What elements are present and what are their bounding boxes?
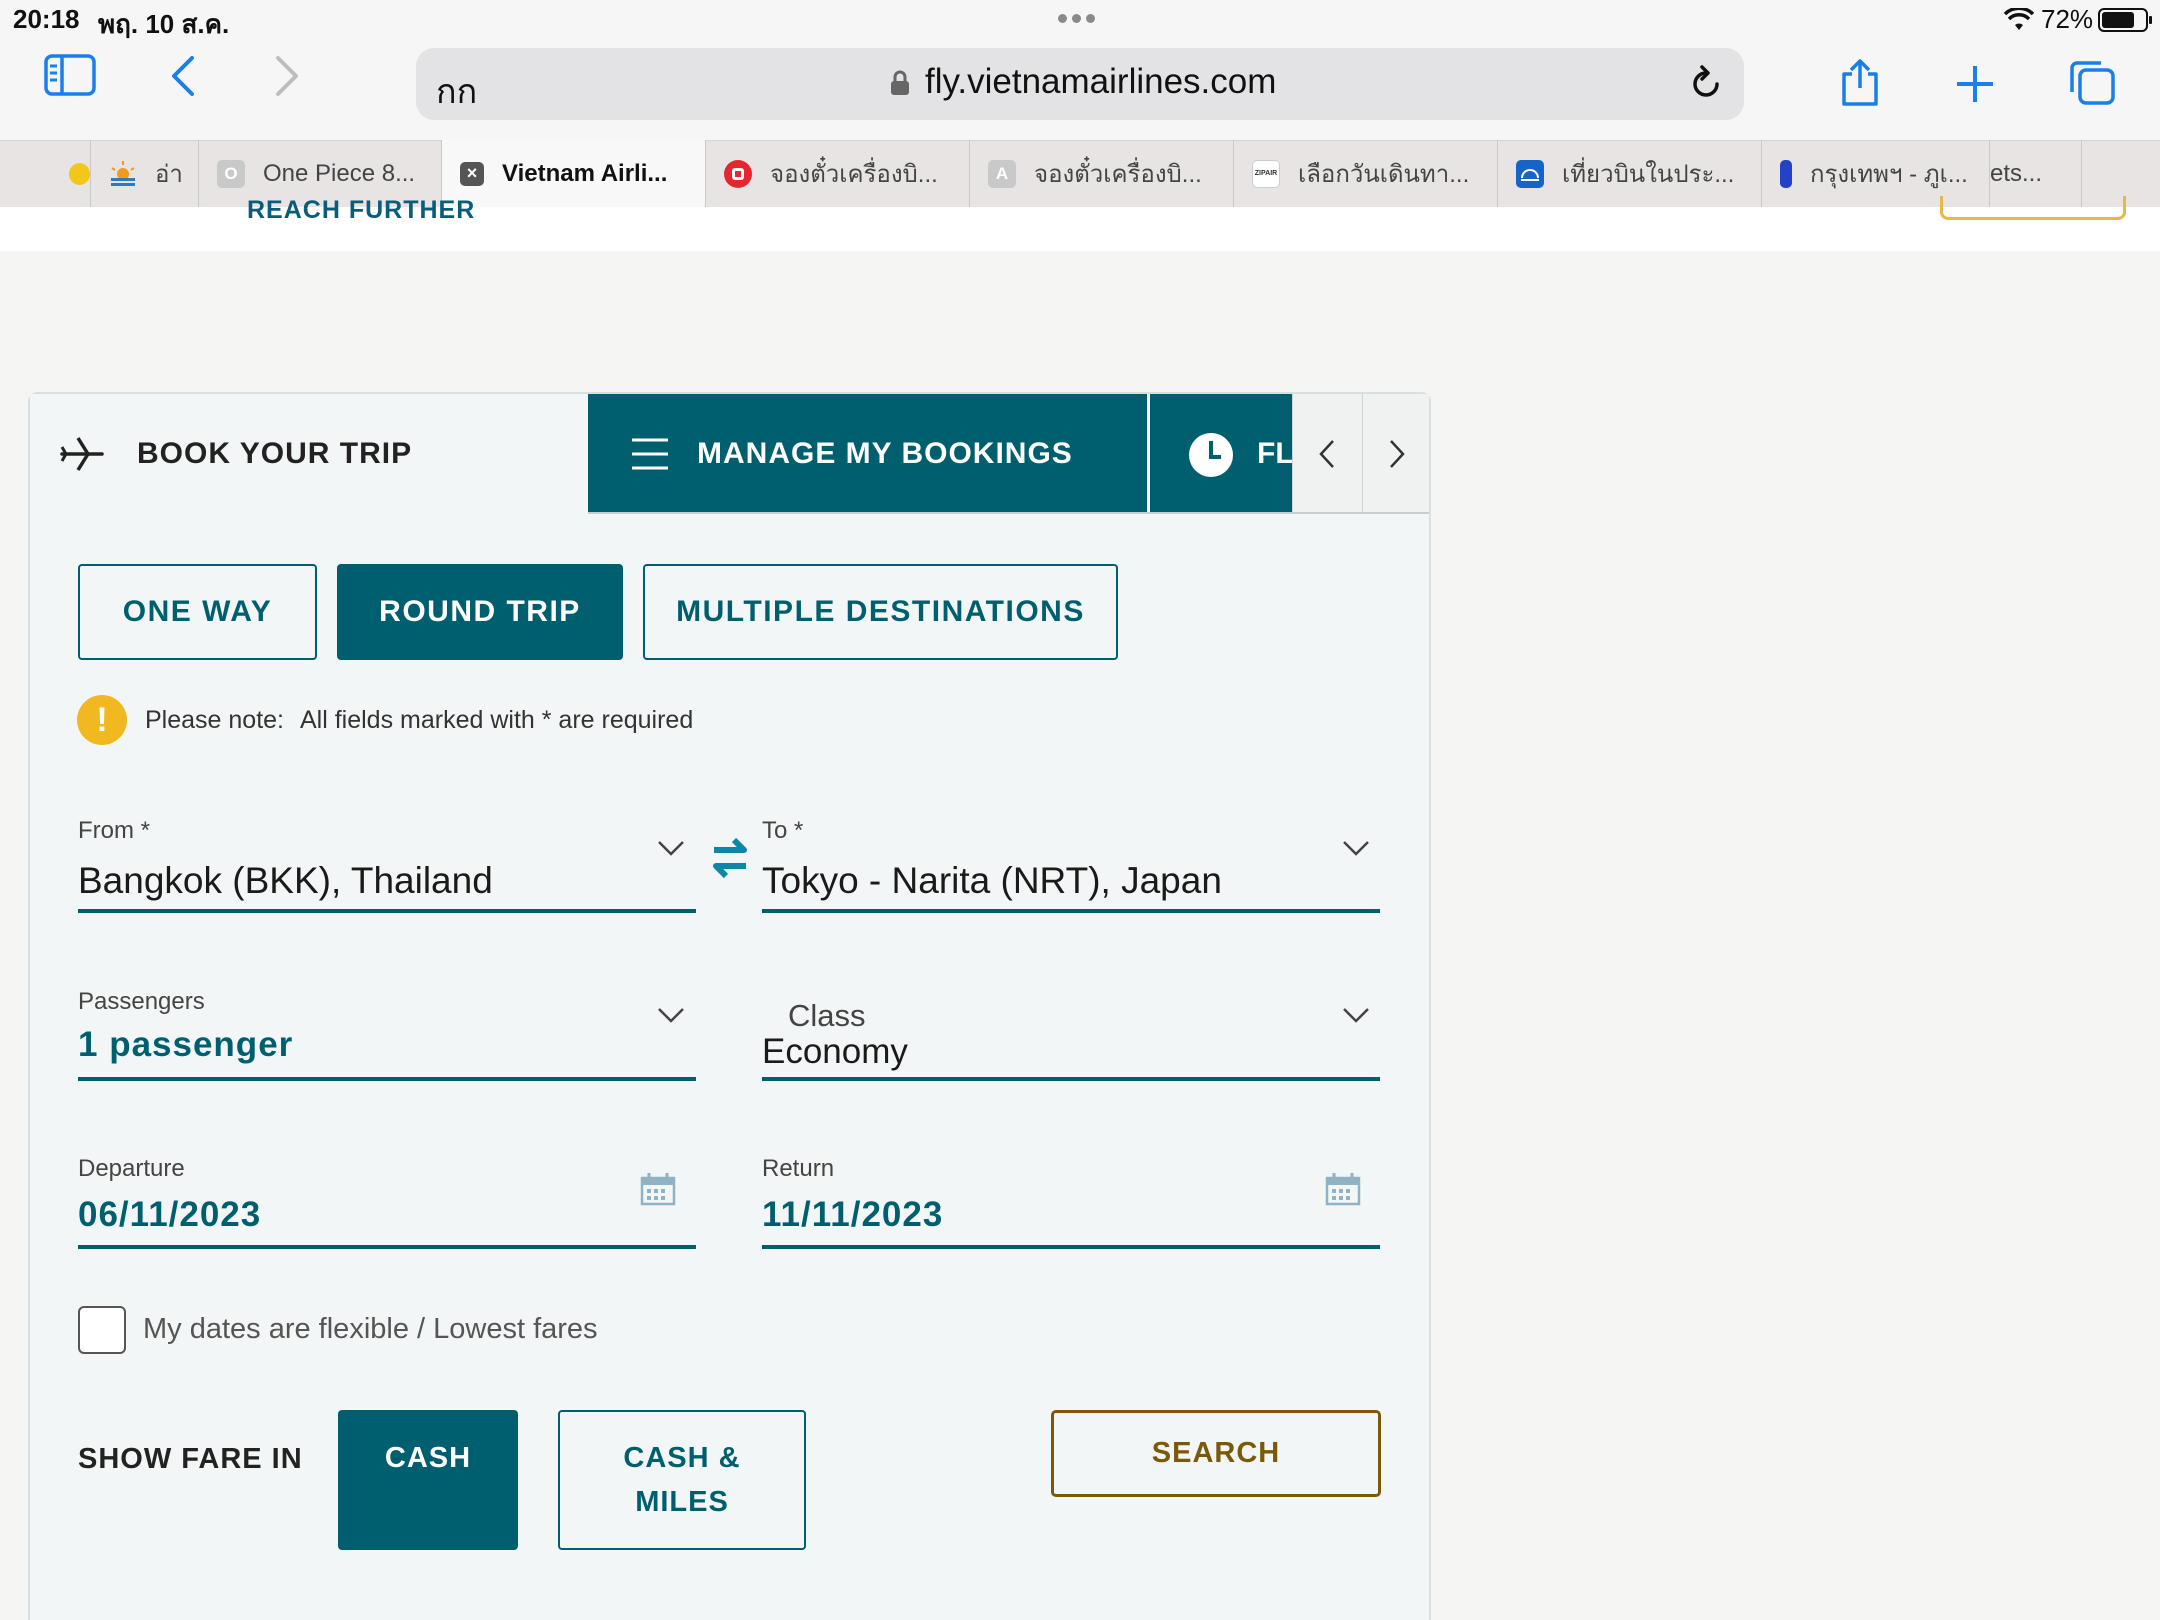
reload-icon[interactable]	[1688, 64, 1724, 109]
multitasking-dots-icon[interactable]	[1058, 10, 1100, 28]
calendar-icon[interactable]	[1325, 1172, 1361, 1206]
zipair-logo-icon: ZIPAIR	[1252, 159, 1280, 188]
departure-label: Departure	[78, 1155, 185, 1182]
tab-book-label: BOOK YOUR TRIP	[137, 437, 413, 470]
close-tab-icon[interactable]: ×	[460, 161, 484, 186]
tab-label: เที่ยวบินในประ...	[1562, 161, 1735, 188]
blue-logo-icon	[1516, 159, 1544, 188]
departure-underline	[78, 1245, 696, 1249]
url-text[interactable]: fly.vietnamairlines.com	[925, 62, 1276, 102]
tabs-scroll-left[interactable]	[1292, 394, 1362, 514]
red-logo-icon	[724, 159, 752, 188]
chevron-down-icon[interactable]	[656, 1005, 686, 1025]
round-trip-button[interactable]: ROUND TRIP	[337, 564, 623, 660]
tab-label: Vietnam Airli...	[502, 159, 668, 187]
new-tab-icon[interactable]	[1955, 64, 1995, 109]
tab-label: จองตั๋วเครื่องบิ...	[770, 161, 938, 188]
tab-label: เลือกวันเดินทา...	[1298, 161, 1470, 188]
status-date: พฤ. 10 ส.ค.	[98, 9, 230, 39]
tab-label: One Piece 8...	[263, 159, 416, 187]
tab-item[interactable]: จองตั๋วเครื่องบิ...	[705, 140, 969, 207]
from-label: From *	[78, 817, 150, 844]
menu-icon	[630, 437, 670, 476]
tab-item-active[interactable]: × Vietnam Airli...	[441, 140, 705, 207]
tab-item[interactable]: A จองตั๋วเครื่องบิ...	[969, 140, 1233, 207]
tab-label: จองตั๋วเครื่องบิ...	[1034, 161, 1202, 188]
tab-flight-label: FL	[1257, 437, 1294, 470]
chevron-down-icon[interactable]	[656, 838, 686, 858]
class-field[interactable]: Economy	[762, 1032, 908, 1072]
passengers-field[interactable]: 1 passenger	[78, 1025, 293, 1065]
plane-icon	[60, 436, 104, 477]
to-label: To *	[762, 817, 804, 844]
flexible-dates-label[interactable]: My dates are flexible / Lowest fares	[143, 1313, 598, 1346]
multiple-destinations-button[interactable]: MULTIPLE DESTINATIONS	[643, 564, 1118, 660]
chevron-right-icon	[1390, 440, 1405, 468]
return-field[interactable]: 11/11/2023	[762, 1195, 943, 1235]
cash-and-miles-button[interactable]: CASH & MILES	[558, 1410, 806, 1550]
tab-item[interactable]: อ่า	[90, 140, 198, 207]
tab-label: อ่า	[155, 161, 183, 188]
share-icon[interactable]	[1838, 58, 1882, 113]
reader-settings-button[interactable]: กก	[436, 64, 477, 118]
tab-pinned-emoji[interactable]	[55, 140, 90, 207]
tabs-divider	[588, 512, 1429, 514]
tab-item[interactable]: เที่ยวบินในประ...	[1497, 140, 1761, 207]
tabs-scroll-right[interactable]	[1362, 394, 1429, 514]
tab-manage-label: MANAGE MY BOOKINGS	[697, 437, 1073, 470]
from-field[interactable]: Bangkok (BKK), Thailand	[78, 860, 493, 902]
clock-icon	[1187, 431, 1235, 484]
class-label: Class	[788, 998, 866, 1033]
sun-icon	[109, 160, 137, 188]
note-label: Please note:	[145, 706, 284, 734]
return-underline	[762, 1245, 1380, 1249]
to-underline	[762, 909, 1380, 913]
swap-icon[interactable]	[710, 836, 750, 885]
forward-icon[interactable]	[272, 54, 302, 103]
return-label: Return	[762, 1155, 835, 1182]
from-underline	[78, 909, 696, 913]
chevron-left-icon	[1319, 440, 1334, 468]
calendar-icon[interactable]	[640, 1172, 676, 1206]
warning-icon: !	[77, 695, 127, 745]
search-button[interactable]: SEARCH	[1051, 1410, 1381, 1497]
back-icon[interactable]	[168, 54, 198, 103]
chevron-down-icon[interactable]	[1341, 838, 1371, 858]
battery-icon	[2098, 8, 2152, 32]
tab-favicon: A	[988, 159, 1016, 188]
passengers-underline	[78, 1077, 696, 1081]
status-time: 20:18	[13, 4, 80, 34]
tab-item[interactable]: ZIPAIR เลือกวันเดินทา...	[1233, 140, 1497, 207]
wifi-icon	[2003, 6, 2035, 37]
one-way-button[interactable]: ONE WAY	[78, 564, 317, 660]
battery-percent: 72%	[2041, 4, 2094, 34]
sidebar-icon[interactable]	[44, 54, 96, 101]
header-button[interactable]	[1940, 196, 2126, 220]
chevron-down-icon[interactable]	[1341, 1005, 1371, 1025]
tab-label: กรุงเทพฯ - ภูเ...	[1810, 161, 1968, 188]
lock-icon	[890, 70, 910, 101]
flexible-dates-checkbox[interactable]	[78, 1306, 126, 1354]
class-underline	[762, 1077, 1380, 1081]
to-field[interactable]: Tokyo - Narita (NRT), Japan	[762, 860, 1222, 902]
cash-button[interactable]: CASH	[338, 1410, 518, 1550]
departure-field[interactable]: 06/11/2023	[78, 1195, 261, 1235]
note-text: All fields marked with * are required	[300, 706, 694, 734]
tab-favicon: O	[217, 159, 245, 188]
site-tagline: REACH FURTHER	[247, 196, 476, 224]
tabs-overview-icon[interactable]	[2068, 60, 2116, 111]
passengers-label: Passengers	[78, 988, 205, 1015]
show-fare-label: SHOW FARE IN	[78, 1443, 303, 1475]
tab-label: ets...	[1990, 159, 2043, 187]
flag-logo-icon	[1780, 159, 1792, 188]
